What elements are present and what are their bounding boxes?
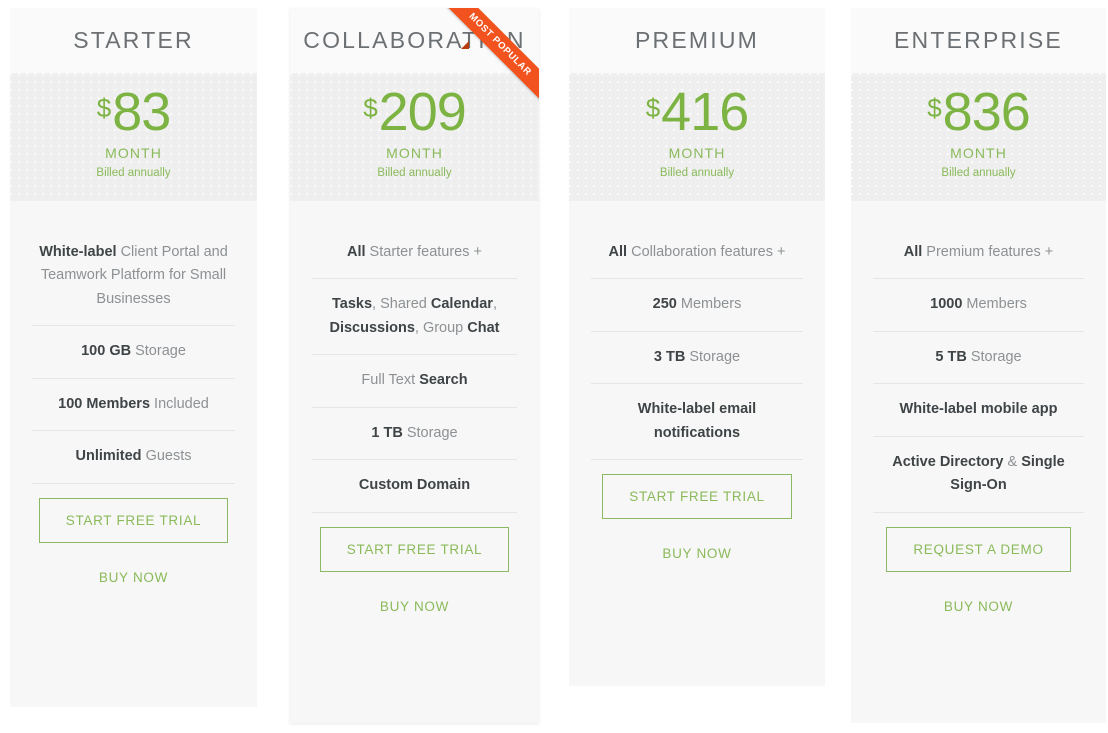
pricing-card-starter: STARTER $ 83 MONTH Billed annually White… bbox=[10, 8, 257, 707]
price-block: $ 209 MONTH Billed annually bbox=[290, 73, 539, 201]
feature-item: 5 TB Storage bbox=[873, 332, 1084, 384]
price-amount: 416 bbox=[661, 87, 748, 138]
feature-item: White-label Client Portal and Teamwork P… bbox=[32, 227, 235, 326]
currency-symbol: $ bbox=[927, 95, 941, 121]
billing-period: MONTH bbox=[669, 145, 726, 161]
feature-item: 3 TB Storage bbox=[591, 332, 803, 384]
billing-note: Billed annually bbox=[660, 167, 734, 179]
feature-item: White-label email notifications bbox=[591, 384, 803, 460]
currency-symbol: $ bbox=[646, 95, 660, 121]
feature-item: All Collaboration features + bbox=[591, 227, 803, 279]
feature-item: Active Directory & Single Sign-On bbox=[873, 437, 1084, 513]
billing-note: Billed annually bbox=[377, 167, 451, 179]
start-free-trial-button[interactable]: START FREE TRIAL bbox=[320, 527, 509, 572]
price-amount: 836 bbox=[943, 87, 1030, 138]
currency-symbol: $ bbox=[363, 95, 377, 121]
feature-item: Unlimited Guests bbox=[32, 431, 235, 483]
feature-item: White-label mobile app bbox=[873, 384, 1084, 436]
plan-header: STARTER bbox=[10, 8, 257, 73]
billing-period: MONTH bbox=[950, 145, 1007, 161]
price-block: $ 836 MONTH Billed annually bbox=[851, 73, 1106, 201]
card-actions: START FREE TRIAL BUY NOW bbox=[591, 460, 803, 561]
plan-header: ENTERPRISE bbox=[851, 8, 1106, 73]
feature-list: All Starter features + Tasks, Shared Cal… bbox=[290, 201, 539, 723]
plan-name: ENTERPRISE bbox=[894, 27, 1063, 54]
buy-now-link[interactable]: BUY NOW bbox=[662, 546, 731, 561]
feature-item: Custom Domain bbox=[312, 460, 517, 512]
feature-item: Full Text Search bbox=[312, 355, 517, 407]
billing-period: MONTH bbox=[105, 145, 162, 161]
price-line: $ 209 bbox=[363, 87, 466, 138]
card-actions: START FREE TRIAL BUY NOW bbox=[32, 484, 235, 585]
buy-now-link[interactable]: BUY NOW bbox=[944, 599, 1013, 614]
pricing-card-enterprise: ENTERPRISE $ 836 MONTH Billed annually A… bbox=[851, 8, 1106, 723]
feature-item: 250 Members bbox=[591, 279, 803, 331]
price-amount: 209 bbox=[379, 87, 466, 138]
card-actions: START FREE TRIAL BUY NOW bbox=[312, 513, 517, 614]
price-line: $ 416 bbox=[646, 87, 749, 138]
price-line: $ 836 bbox=[927, 87, 1030, 138]
plan-header: PREMIUM bbox=[569, 8, 825, 73]
feature-item: 100 GB Storage bbox=[32, 326, 235, 378]
feature-item: 100 Members Included bbox=[32, 379, 235, 431]
feature-list: White-label Client Portal and Teamwork P… bbox=[10, 201, 257, 707]
plan-name: COLLABORATION bbox=[303, 27, 525, 54]
pricing-card-premium: PREMIUM $ 416 MONTH Billed annually All … bbox=[569, 8, 825, 686]
plan-name: PREMIUM bbox=[635, 27, 759, 54]
price-line: $ 83 bbox=[97, 87, 171, 138]
feature-item: Tasks, Shared Calendar, Discussions, Gro… bbox=[312, 279, 517, 355]
plan-header: COLLABORATION bbox=[290, 8, 539, 73]
plan-name: STARTER bbox=[73, 27, 194, 54]
feature-list: All Collaboration features + 250 Members… bbox=[569, 201, 825, 686]
price-block: $ 416 MONTH Billed annually bbox=[569, 73, 825, 201]
request-a-demo-button[interactable]: REQUEST A DEMO bbox=[886, 527, 1070, 572]
pricing-card-collaboration: MOST POPULAR COLLABORATION $ 209 MONTH B… bbox=[290, 8, 539, 723]
billing-note: Billed annually bbox=[941, 167, 1015, 179]
feature-item: 1000 Members bbox=[873, 279, 1084, 331]
feature-list: All Premium features + 1000 Members 5 TB… bbox=[851, 201, 1106, 723]
buy-now-link[interactable]: BUY NOW bbox=[380, 599, 449, 614]
feature-item: All Starter features + bbox=[312, 227, 517, 279]
billing-period: MONTH bbox=[386, 145, 443, 161]
pricing-table: STARTER $ 83 MONTH Billed annually White… bbox=[0, 0, 1108, 733]
buy-now-link[interactable]: BUY NOW bbox=[99, 570, 168, 585]
price-amount: 83 bbox=[112, 87, 170, 138]
billing-note: Billed annually bbox=[96, 167, 170, 179]
start-free-trial-button[interactable]: START FREE TRIAL bbox=[39, 498, 228, 543]
start-free-trial-button[interactable]: START FREE TRIAL bbox=[602, 474, 791, 519]
currency-symbol: $ bbox=[97, 95, 111, 121]
price-block: $ 83 MONTH Billed annually bbox=[10, 73, 257, 201]
feature-item: All Premium features + bbox=[873, 227, 1084, 279]
feature-item: 1 TB Storage bbox=[312, 408, 517, 460]
card-actions: REQUEST A DEMO BUY NOW bbox=[873, 513, 1084, 614]
